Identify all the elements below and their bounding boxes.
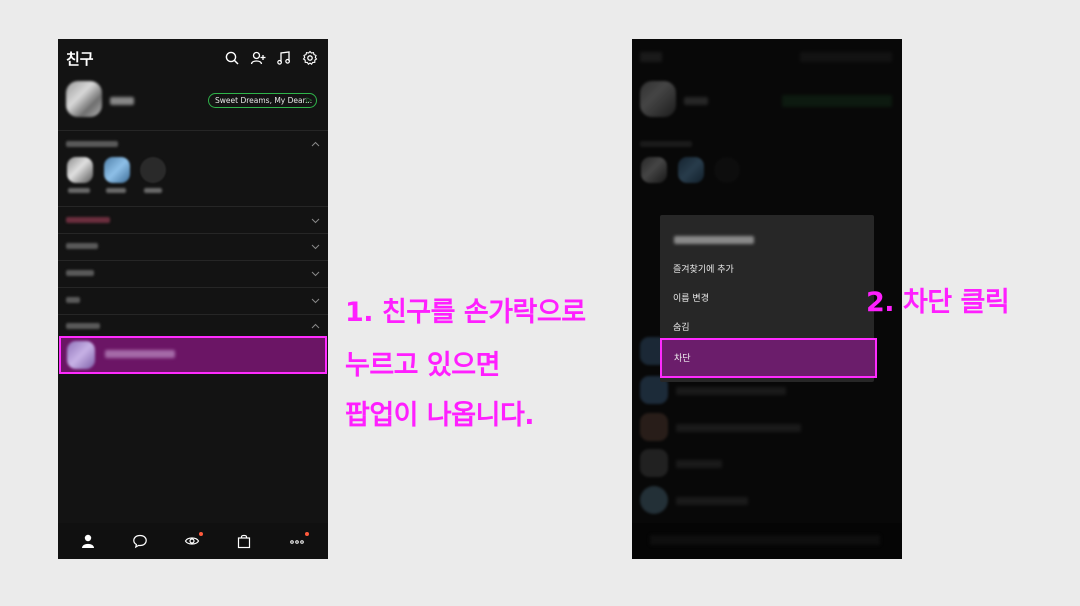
section-header[interactable] (66, 297, 80, 303)
avatar-label (68, 188, 90, 193)
chevron-down-icon[interactable] (311, 218, 320, 224)
chevron-down-icon[interactable] (311, 271, 320, 277)
friends-screen: 친구 Sweet Dreams, My Dear... ▷ (58, 39, 328, 559)
bottom-nav (58, 523, 328, 559)
more-icon[interactable] (289, 533, 305, 549)
friend-row-highlighted[interactable] (59, 336, 327, 374)
music-status-pill[interactable]: Sweet Dreams, My Dear... ▷ (208, 93, 317, 108)
add-friend-icon[interactable] (250, 50, 266, 66)
divider (58, 314, 328, 315)
chevron-up-icon[interactable] (311, 323, 320, 329)
section-header-friends[interactable] (66, 323, 100, 329)
avatar[interactable] (104, 157, 130, 183)
avatar (67, 341, 95, 369)
popup-title (674, 236, 754, 244)
chevron-down-icon[interactable] (311, 244, 320, 250)
play-icon: ▷ (306, 96, 312, 104)
person-icon[interactable] (80, 533, 96, 549)
divider (58, 206, 328, 207)
top-bar: 친구 (58, 39, 328, 77)
section-header[interactable] (66, 243, 98, 249)
page-title: 친구 (66, 50, 94, 68)
avatar-label (106, 188, 126, 193)
friends-screen-popup: 즐겨찾기에 추가 이름 변경 숨김 차단 (632, 39, 902, 559)
annotation-step2: 2. 차단 클릭 (866, 287, 1010, 318)
friend-name (105, 350, 175, 358)
annotation-step1-line3: 팝업이 나옵니다. (345, 400, 535, 431)
view-icon[interactable] (184, 533, 200, 549)
annotation-step1-line2: 누르고 있으면 (345, 350, 500, 381)
divider (58, 233, 328, 234)
menu-item-hide[interactable]: 숨김 (673, 320, 690, 333)
notification-dot (305, 532, 309, 536)
annotation-step1-line1: 1. 친구를 손가락으로 (345, 297, 586, 328)
divider (58, 260, 328, 261)
notification-dot (199, 532, 203, 536)
menu-item-block[interactable]: 차단 (660, 338, 877, 378)
section-header[interactable] (66, 270, 94, 276)
menu-item-favorite[interactable]: 즐겨찾기에 추가 (673, 262, 734, 275)
chat-icon[interactable] (132, 533, 148, 549)
divider (58, 287, 328, 288)
menu-item-block-label: 차단 (674, 354, 691, 364)
avatar[interactable] (67, 157, 93, 183)
music-icon[interactable] (276, 50, 292, 66)
search-icon[interactable] (224, 50, 240, 66)
avatar (66, 81, 102, 117)
chevron-up-icon[interactable] (311, 141, 320, 147)
menu-item-rename[interactable]: 이름 변경 (673, 291, 709, 304)
gear-icon[interactable] (302, 50, 318, 66)
section-header[interactable] (66, 217, 110, 223)
avatar[interactable] (140, 157, 166, 183)
profile-name (110, 97, 134, 105)
shopping-bag-icon[interactable] (236, 533, 252, 549)
divider (58, 130, 328, 131)
avatar-label (144, 188, 162, 193)
section-header-favorites (66, 141, 118, 147)
music-status-text: Sweet Dreams, My Dear... (215, 96, 313, 105)
chevron-down-icon[interactable] (311, 298, 320, 304)
